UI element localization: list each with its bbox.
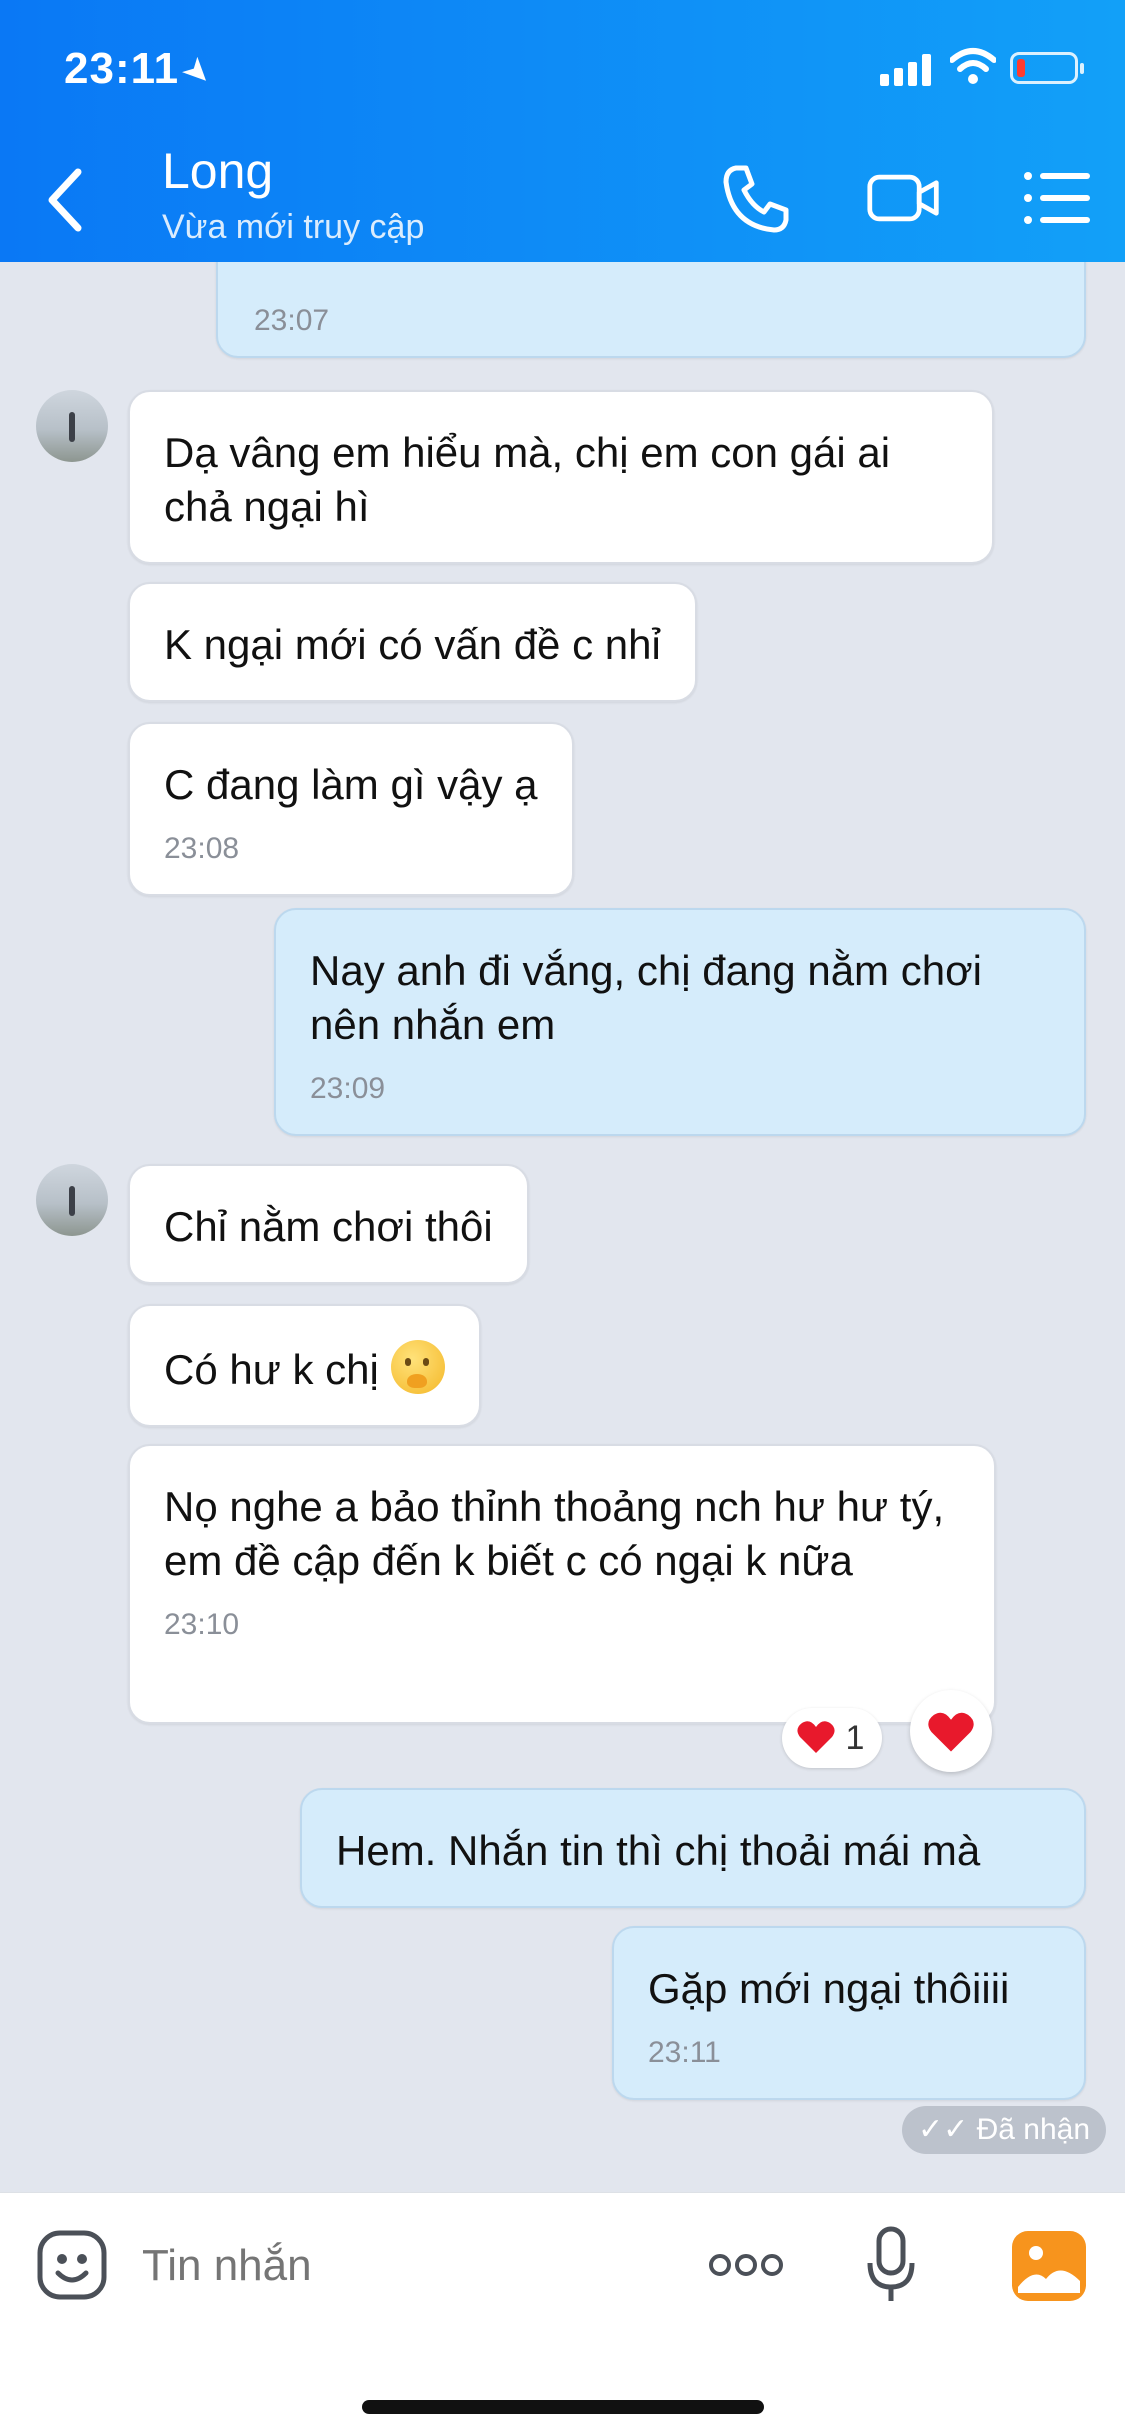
signal-icon bbox=[880, 54, 936, 86]
heart-icon bbox=[797, 1721, 835, 1753]
reaction-count[interactable]: 1 bbox=[782, 1708, 882, 1768]
message-bubble-in[interactable]: Dạ vâng em hiểu mà, chị em con gái ai ch… bbox=[128, 390, 994, 564]
message-text: Hem. Nhắn tin thì chị thoải mái mà bbox=[336, 1827, 981, 1874]
message-text: Có hư k chị bbox=[164, 1346, 379, 1393]
reaction-number: 1 bbox=[845, 1719, 865, 1757]
message-list[interactable]: 23:07 Dạ vâng em hiểu mà, chị em con gái… bbox=[0, 262, 1125, 2192]
message-text: Chỉ nằm chơi thôi bbox=[164, 1203, 493, 1250]
message-input[interactable] bbox=[142, 2233, 682, 2299]
message-text: Dạ vâng em hiểu mà, chị em con gái ai ch… bbox=[164, 429, 891, 530]
location-arrow-icon: ➤ bbox=[173, 48, 222, 96]
message-time: 23:11 bbox=[648, 2036, 721, 2069]
home-indicator[interactable] bbox=[362, 2400, 764, 2414]
message-text: K ngại mới có vấn đề c nhỉ bbox=[164, 621, 661, 668]
message-time: 23:09 bbox=[310, 1072, 386, 1105]
status-time: 23:11➤ bbox=[64, 44, 222, 96]
message-bubble-in[interactable]: Nọ nghe a bảo thỉnh thoảng nch hư hư tý,… bbox=[128, 1444, 996, 1724]
message-bubble-in[interactable]: C đang làm gì vậy ạ 23:08 bbox=[128, 722, 574, 896]
more-dots-icon[interactable] bbox=[706, 2245, 786, 2285]
contact-status: Vừa mới truy cập bbox=[162, 208, 425, 246]
message-bubble-in[interactable]: Chỉ nằm chơi thôi bbox=[128, 1164, 529, 1284]
thinking-face-emoji-icon bbox=[390, 1340, 445, 1394]
video-camera-icon[interactable] bbox=[866, 160, 942, 236]
message-text: Nay anh đi vắng, chị đang nằm chơi nên n… bbox=[310, 947, 982, 1048]
message-bubble-out[interactable]: Gặp mới ngại thôiiii 23:11 bbox=[612, 1926, 1086, 2100]
message-text: C đang làm gì vậy ạ bbox=[164, 761, 538, 808]
sticker-icon[interactable] bbox=[36, 2229, 108, 2301]
menu-list-icon[interactable] bbox=[1020, 160, 1096, 236]
message-text: Gặp mới ngại thôiiii bbox=[648, 1965, 1010, 2012]
phone-icon[interactable] bbox=[718, 160, 794, 236]
avatar[interactable] bbox=[36, 1164, 108, 1236]
contact-name[interactable]: Long bbox=[162, 142, 273, 200]
react-heart-button[interactable] bbox=[910, 1690, 992, 1772]
message-bubble-in[interactable]: Có hư k chị bbox=[128, 1304, 481, 1427]
message-text: Nọ nghe a bảo thỉnh thoảng nch hư hư tý,… bbox=[164, 1483, 945, 1584]
message-time: 23:08 bbox=[164, 832, 240, 865]
avatar[interactable] bbox=[36, 390, 108, 462]
back-chevron-icon[interactable] bbox=[36, 160, 96, 240]
message-bubble-out[interactable]: Nay anh đi vắng, chị đang nằm chơi nên n… bbox=[274, 908, 1086, 1136]
microphone-icon[interactable] bbox=[866, 2225, 916, 2305]
message-bubble-in[interactable]: K ngại mới có vấn đề c nhỉ bbox=[128, 582, 697, 702]
battery-icon bbox=[1010, 52, 1084, 84]
message-time: 23:10 bbox=[164, 1608, 240, 1641]
wifi-icon bbox=[950, 48, 996, 84]
chat-header: 23:11➤ Long Vừa mới truy cập bbox=[0, 0, 1125, 262]
message-bubble-out[interactable]: Hem. Nhắn tin thì chị thoải mái mà bbox=[300, 1788, 1086, 1908]
message-bubble-out[interactable]: 23:07 bbox=[216, 262, 1086, 358]
delivery-status-badge: ✓✓ Đã nhận bbox=[902, 2106, 1107, 2154]
message-time: 23:07 bbox=[254, 304, 330, 337]
photo-icon[interactable] bbox=[1012, 2231, 1086, 2301]
heart-icon bbox=[928, 1712, 974, 1752]
double-check-icon: ✓✓ bbox=[918, 2113, 969, 2146]
